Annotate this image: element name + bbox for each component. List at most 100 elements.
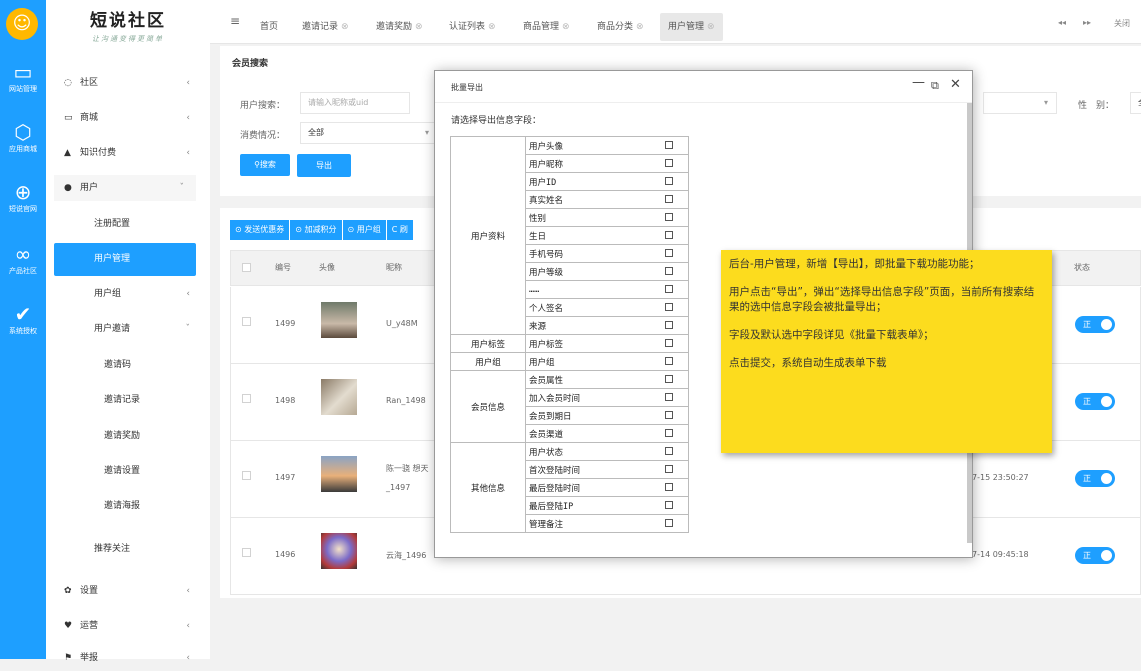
field-checkbox[interactable] <box>665 159 674 167</box>
status-toggle[interactable]: 正 <box>1075 393 1115 410</box>
search-button[interactable]: ⚲搜索 <box>240 154 290 176</box>
field-checkbox[interactable] <box>665 411 674 419</box>
field-row[interactable]: 用户标签 用户标签 <box>450 334 689 353</box>
field-checkbox[interactable] <box>665 393 674 401</box>
tab-invite-record[interactable]: 邀请记录 ⊗ <box>294 13 357 41</box>
field-label: 管理备注 <box>525 514 651 533</box>
menu-item-invite-poster[interactable]: 邀请海报 <box>46 493 210 519</box>
row-checkbox[interactable] <box>242 394 251 403</box>
minimize-icon[interactable]: — <box>912 75 925 90</box>
menu-item-register-config[interactable]: 注册配置 <box>46 211 210 237</box>
brand-title: 短说社区 <box>90 11 166 31</box>
field-checkbox[interactable] <box>665 357 674 365</box>
menu-item-operation[interactable]: ♥ 运营 ‹ <box>46 613 210 639</box>
scroll-left-icon[interactable]: ◂◂ <box>1058 18 1066 27</box>
menu-item-recommend[interactable]: 推荐关注 <box>46 536 210 562</box>
close-tabs-button[interactable]: 关闭 <box>1114 18 1130 29</box>
field-checkbox[interactable] <box>665 321 674 329</box>
scroll-right-icon[interactable]: ▸▸ <box>1083 18 1091 27</box>
leftbar-item-app-store[interactable]: ⬡ 应用商城 <box>0 120 46 154</box>
row-checkbox[interactable] <box>242 471 251 480</box>
menu-toggle-icon[interactable]: ≡ <box>230 14 240 28</box>
field-row[interactable]: 用户资料 用户头像 <box>450 136 689 335</box>
select-all-checkbox[interactable] <box>242 263 251 272</box>
leftbar-item-system-auth[interactable]: ✔ 系统授权 <box>0 302 46 336</box>
field-checkbox[interactable] <box>665 249 674 257</box>
field-checkbox[interactable] <box>665 447 674 455</box>
tab-verify-list[interactable]: 认证列表 ⊗ <box>441 13 504 41</box>
leftbar-item-official-site[interactable]: ⊕ 短说官网 <box>0 180 46 214</box>
menu-item-report[interactable]: ⚑ 举报 ‹ <box>46 645 210 671</box>
field-checkbox[interactable] <box>665 501 674 509</box>
menu-item-invite-reward[interactable]: 邀请奖励 <box>46 423 210 449</box>
consume-select[interactable]: 全部 ▾ <box>300 122 438 144</box>
field-label: 最后登陆IP <box>525 496 651 515</box>
chevron-left-icon: ‹ <box>186 148 190 158</box>
field-checkbox[interactable] <box>665 213 674 221</box>
menu-item-user-group[interactable]: 用户组 ‹ <box>46 281 210 307</box>
field-checkbox[interactable] <box>665 177 674 185</box>
field-group-label: 用户标签 <box>450 334 526 353</box>
menu-item-invite-record[interactable]: 邀请记录 <box>46 387 210 413</box>
menu-item-knowledge[interactable]: ▲ 知识付费 ‹ <box>46 140 210 166</box>
field-checkbox[interactable] <box>665 141 674 149</box>
tab-product-manage[interactable]: 商品管理 ⊗ <box>515 13 578 41</box>
close-tab-icon[interactable]: ⊗ <box>341 22 349 32</box>
menu-item-user[interactable]: ● 用户 ˇ <box>54 175 196 201</box>
tab-user-manage[interactable]: 用户管理 ⊗ <box>660 13 723 41</box>
field-checkbox[interactable] <box>665 339 674 347</box>
field-checkbox[interactable] <box>665 303 674 311</box>
adjust-points-button[interactable]: ⊙ 加减积分 <box>290 220 343 240</box>
field-checkbox[interactable] <box>665 483 674 491</box>
close-tab-icon[interactable]: ⊗ <box>636 22 644 32</box>
close-tab-icon[interactable]: ⊗ <box>488 22 496 32</box>
menu-item-user-manage[interactable]: 用户管理 <box>54 243 196 276</box>
send-coupon-button[interactable]: ⊙ 发送优惠券 <box>230 220 291 240</box>
maximize-icon[interactable]: ⧉ <box>931 79 939 93</box>
row-checkbox[interactable] <box>242 548 251 557</box>
menu-item-mall[interactable]: ▭ 商城 ‹ <box>46 105 210 131</box>
close-icon[interactable]: ✕ <box>950 77 961 92</box>
user-group-button[interactable]: ⊙ 用户组 <box>342 220 387 240</box>
field-label: 用户状态 <box>525 442 651 461</box>
row-checkbox[interactable] <box>242 317 251 326</box>
gender-select[interactable]: 全部 <box>1130 92 1141 114</box>
field-checkbox[interactable] <box>665 231 674 239</box>
status-toggle[interactable]: 正 <box>1075 470 1115 487</box>
tab-invite-reward[interactable]: 邀请奖励 ⊗ <box>368 13 431 41</box>
menu-item-community[interactable]: ◌ 社区 ‹ <box>46 70 210 96</box>
user-search-input[interactable]: 请输入昵称或uid <box>300 92 410 114</box>
field-checkbox[interactable] <box>665 429 674 437</box>
status-toggle[interactable]: 正 <box>1075 547 1115 564</box>
leftbar-item-product-community[interactable]: ∞ 产品社区 <box>0 242 46 276</box>
refresh-button[interactable]: C 刷 <box>386 220 414 240</box>
status-toggle[interactable]: 正 <box>1075 316 1115 333</box>
globe-icon: ⊕ <box>14 180 32 204</box>
close-tab-icon[interactable]: ⊗ <box>562 22 570 32</box>
leftbar-item-site-manage[interactable]: ▭ 网站管理 <box>0 60 46 94</box>
export-button[interactable]: 导出 <box>297 154 351 177</box>
field-checkbox[interactable] <box>665 519 674 527</box>
field-group-label: 会员信息 <box>450 370 526 443</box>
monitor-icon: ▭ <box>13 60 33 84</box>
field-checkbox[interactable] <box>665 267 674 275</box>
field-row[interactable]: 用户组 用户组 <box>450 352 689 371</box>
close-tab-icon[interactable]: ⊗ <box>707 22 715 32</box>
field-row[interactable]: 会员信息 会员属性 <box>450 370 689 443</box>
field-checkbox[interactable] <box>665 465 674 473</box>
field-checkbox[interactable] <box>665 375 674 383</box>
menu-item-invite-settings[interactable]: 邀请设置 <box>46 458 210 484</box>
field-label: 来源 <box>525 316 651 335</box>
graduation-cap-icon: ▲ <box>64 148 71 158</box>
field-row[interactable]: 其他信息 用户状态 <box>450 442 689 533</box>
tab-product-category[interactable]: 商品分类 ⊗ <box>589 13 652 41</box>
field-checkbox[interactable] <box>665 285 674 293</box>
close-tab-icon[interactable]: ⊗ <box>415 22 423 32</box>
tab-home[interactable]: 首页 <box>252 13 286 41</box>
field-checkbox[interactable] <box>665 195 674 203</box>
menu-item-settings[interactable]: ✿ 设置 ‹ <box>46 578 210 604</box>
menu-item-invite-code[interactable]: 邀请码 <box>46 352 210 378</box>
chevron-left-icon: ‹ <box>186 289 190 299</box>
menu-item-user-invite[interactable]: 用户邀请 ˇ <box>46 316 210 342</box>
gender-select-left[interactable]: ▾ <box>983 92 1057 114</box>
